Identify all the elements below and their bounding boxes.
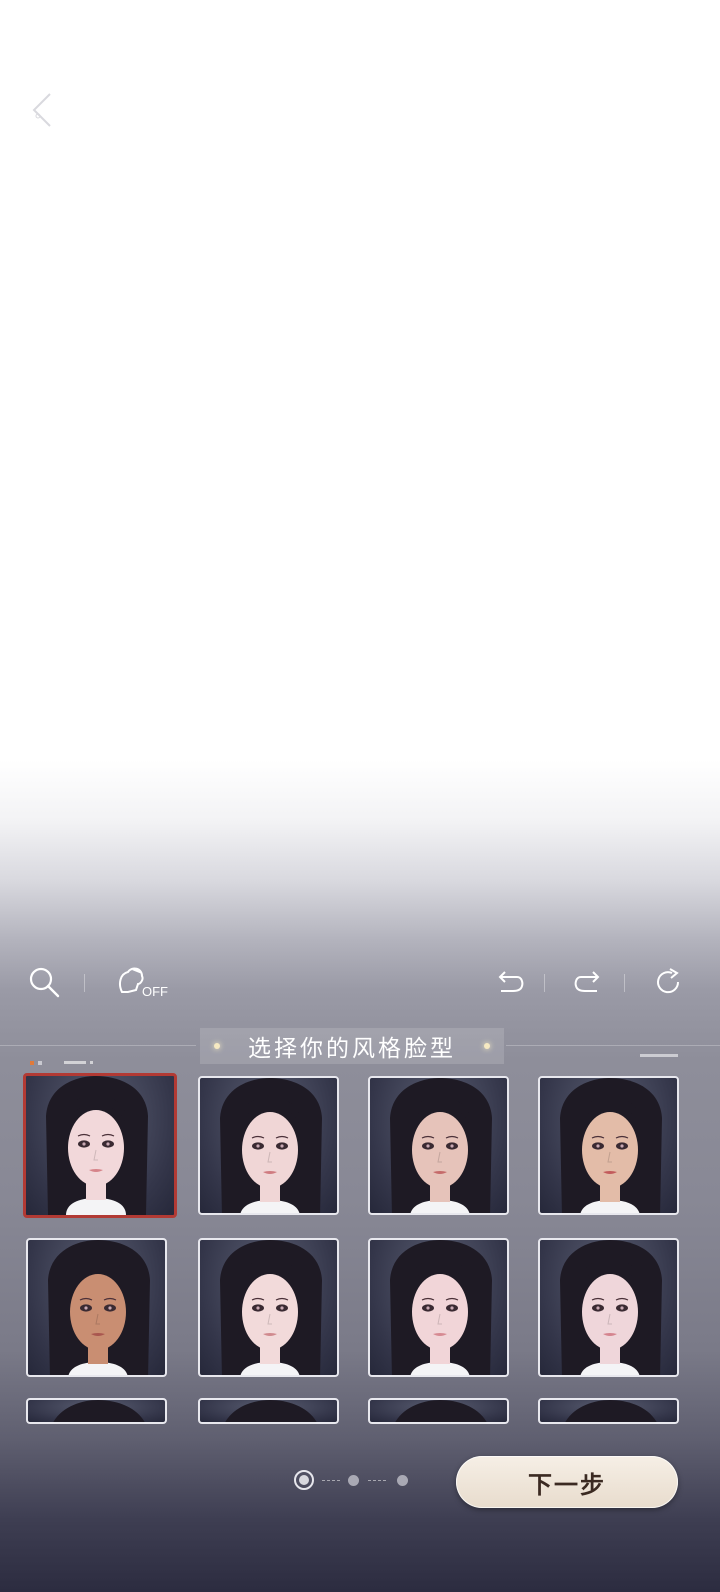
face-portrait <box>220 1240 322 1375</box>
undo-icon <box>498 971 524 992</box>
back-button[interactable] <box>26 90 62 130</box>
decor-line-right <box>506 1045 720 1046</box>
decor-marker <box>64 1061 86 1064</box>
face-preset-card[interactable] <box>368 1398 509 1424</box>
toolbar-divider <box>544 974 545 992</box>
page-connector <box>322 1480 340 1482</box>
face-portrait <box>395 1400 487 1422</box>
face-portrait <box>46 1076 148 1215</box>
face-preset-card[interactable] <box>198 1398 339 1424</box>
face-portrait <box>560 1240 662 1375</box>
back-arrow-icon <box>32 93 51 127</box>
face-portrait <box>560 1078 662 1213</box>
face-preset-card[interactable] <box>538 1076 679 1215</box>
reset-button[interactable] <box>648 962 688 1002</box>
toolbar-divider <box>624 974 625 992</box>
page-connector <box>368 1480 386 1482</box>
face-preset-card[interactable] <box>538 1238 679 1377</box>
page-indicator[interactable] <box>348 1475 359 1486</box>
search-icon <box>29 967 60 998</box>
decor-marker <box>90 1061 93 1064</box>
decor-marker <box>38 1061 42 1065</box>
decor-marker <box>640 1054 678 1057</box>
title-dot-right <box>484 1043 490 1049</box>
face-preset-card[interactable] <box>26 1398 167 1424</box>
section-title-banner: 选择你的风格脸型 <box>200 1028 504 1064</box>
face-preset-card[interactable] <box>198 1076 339 1215</box>
hair-toggle-state: OFF <box>142 984 168 999</box>
pagination <box>294 1468 424 1494</box>
face-preset-card[interactable] <box>538 1398 679 1424</box>
face-portrait <box>48 1240 150 1375</box>
hair-display-toggle[interactable]: OFF <box>112 962 172 1002</box>
redo-button[interactable] <box>568 962 608 1002</box>
face-portrait <box>390 1078 492 1213</box>
face-portrait <box>565 1400 657 1422</box>
face-preset-card[interactable] <box>368 1076 509 1215</box>
redo-icon <box>574 971 600 992</box>
undo-button[interactable] <box>490 962 530 1002</box>
face-portrait <box>220 1078 322 1213</box>
face-portrait <box>225 1400 317 1422</box>
page-indicator-active[interactable] <box>294 1470 314 1490</box>
page-indicator[interactable] <box>397 1475 408 1486</box>
face-portrait <box>53 1400 145 1422</box>
decor-line-left <box>0 1045 196 1046</box>
face-preset-card[interactable] <box>368 1238 509 1377</box>
decor-marker <box>30 1061 34 1065</box>
section-title: 选择你的风格脸型 <box>248 1036 456 1062</box>
face-preset-card[interactable] <box>26 1238 167 1377</box>
face-portrait <box>390 1240 492 1375</box>
face-preset-card[interactable] <box>23 1073 177 1218</box>
face-preset-card[interactable] <box>198 1238 339 1377</box>
next-step-button[interactable]: 下一步 <box>456 1456 678 1508</box>
title-dot-left <box>214 1043 220 1049</box>
next-step-label: 下一步 <box>528 1469 606 1499</box>
search-button[interactable] <box>24 962 64 1002</box>
refresh-icon <box>657 968 680 994</box>
toolbar-divider <box>84 974 85 992</box>
